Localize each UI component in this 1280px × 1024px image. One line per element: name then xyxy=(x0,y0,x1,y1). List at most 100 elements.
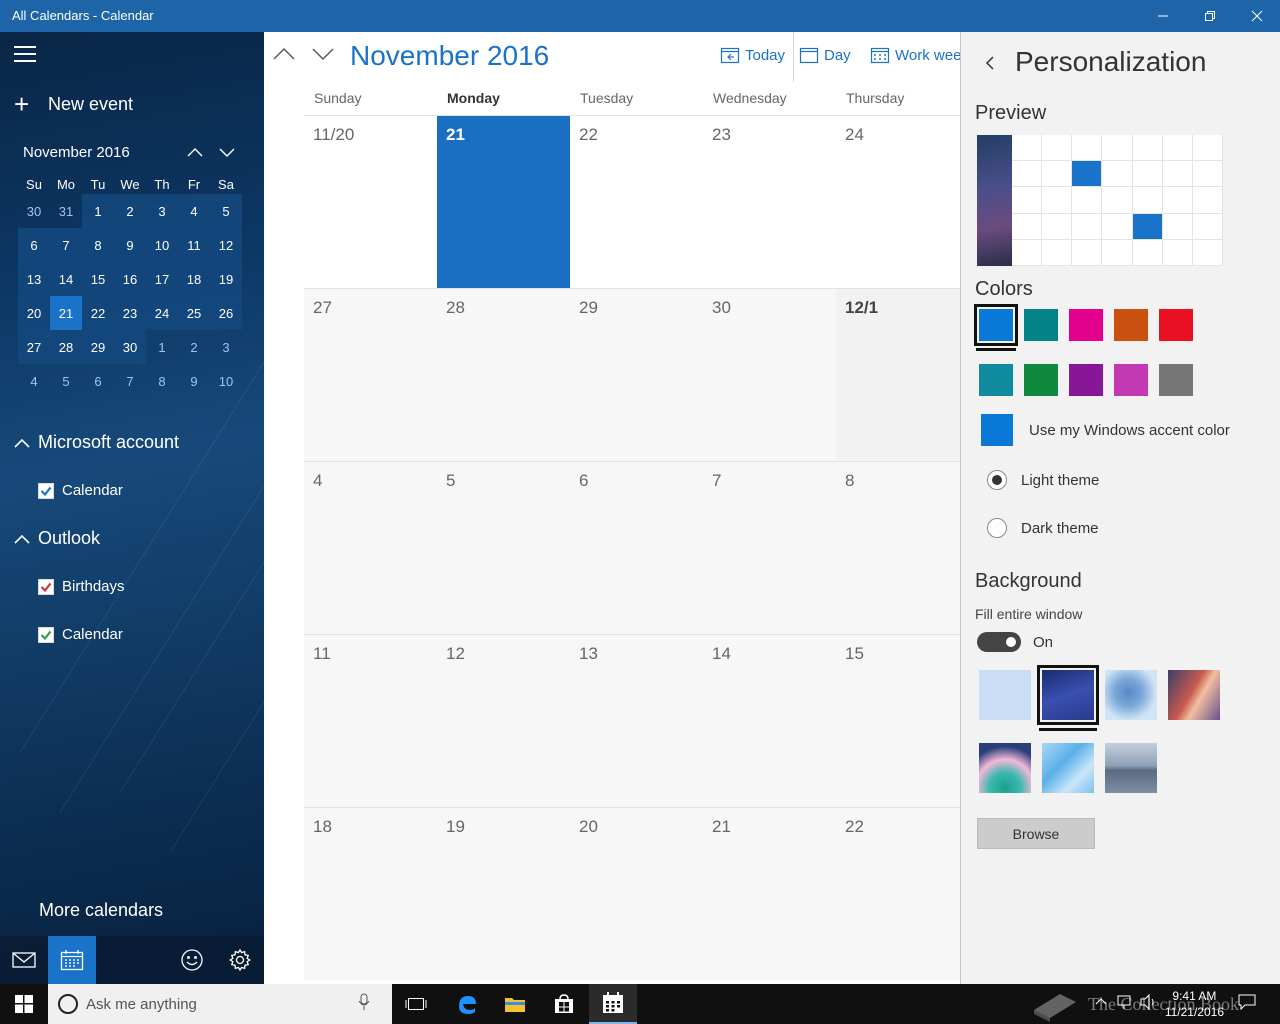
close-button[interactable] xyxy=(1234,0,1280,32)
mini-day[interactable]: 8 xyxy=(146,364,178,398)
day-cell[interactable]: 15 xyxy=(836,635,960,807)
restore-button[interactable] xyxy=(1187,0,1233,32)
mini-day[interactable]: 28 xyxy=(50,330,82,364)
day-cell[interactable]: 23 xyxy=(703,116,836,288)
day-cell[interactable]: 8 xyxy=(836,462,960,634)
mini-day[interactable]: 18 xyxy=(178,262,210,296)
calendar-taskbar-button[interactable] xyxy=(589,984,637,1024)
day-cell[interactable]: 7 xyxy=(703,462,836,634)
back-button[interactable] xyxy=(983,54,997,77)
mini-day[interactable]: 13 xyxy=(18,262,50,296)
checkbox-checked[interactable] xyxy=(38,482,54,499)
color-swatch[interactable] xyxy=(1024,309,1058,341)
mini-day[interactable]: 7 xyxy=(114,364,146,398)
work-week-view-button[interactable]: Work week xyxy=(870,46,960,64)
mini-day[interactable]: 27 xyxy=(18,330,50,364)
mini-day[interactable]: 16 xyxy=(114,262,146,296)
file-explorer-button[interactable] xyxy=(491,984,539,1024)
mini-day[interactable]: 30 xyxy=(114,330,146,364)
mini-day[interactable]: 19 xyxy=(210,262,242,296)
month-title[interactable]: November 2016 xyxy=(350,40,549,72)
mini-day[interactable]: 14 xyxy=(50,262,82,296)
background-thumb-geometric[interactable] xyxy=(1042,743,1094,793)
background-thumb-abstract[interactable] xyxy=(979,743,1031,793)
day-cell[interactable]: 11/20 xyxy=(304,116,437,288)
day-cell[interactable]: 20 xyxy=(570,808,703,980)
mini-day[interactable]: 17 xyxy=(146,262,178,296)
mini-day[interactable]: 9 xyxy=(114,228,146,262)
color-swatch[interactable] xyxy=(1114,364,1148,396)
mini-day[interactable]: 24 xyxy=(146,296,178,330)
toggle-switch[interactable] xyxy=(977,632,1021,652)
day-cell[interactable]: 5 xyxy=(437,462,570,634)
radio-unselected[interactable] xyxy=(987,518,1007,538)
mini-day[interactable]: 7 xyxy=(50,228,82,262)
mini-day[interactable]: 10 xyxy=(146,228,178,262)
mini-day[interactable]: 2 xyxy=(178,330,210,364)
color-swatch[interactable] xyxy=(1159,364,1193,396)
day-cell[interactable]: 12/1 xyxy=(836,289,960,461)
microphone-icon[interactable] xyxy=(358,993,382,1016)
day-cell[interactable]: 11 xyxy=(304,635,437,807)
store-button[interactable] xyxy=(540,984,588,1024)
mini-day[interactable]: 9 xyxy=(178,364,210,398)
day-cell[interactable]: 28 xyxy=(437,289,570,461)
day-cell[interactable]: 12 xyxy=(437,635,570,807)
new-event-button[interactable]: + New event xyxy=(14,91,133,117)
mini-day[interactable]: 2 xyxy=(114,194,146,228)
browse-button[interactable]: Browse xyxy=(977,818,1095,849)
color-swatch[interactable] xyxy=(1024,364,1058,396)
calendar-item-birthdays[interactable]: Birthdays xyxy=(38,578,125,595)
background-thumb-canyon[interactable] xyxy=(1168,670,1220,720)
minimize-button[interactable] xyxy=(1140,0,1186,32)
radio-selected[interactable] xyxy=(987,470,1007,490)
mail-button[interactable] xyxy=(0,936,48,984)
mini-day[interactable]: 20 xyxy=(18,296,50,330)
mini-day[interactable]: 12 xyxy=(210,228,242,262)
previous-button[interactable] xyxy=(272,44,296,66)
feedback-button[interactable] xyxy=(168,936,216,984)
color-swatch[interactable] xyxy=(1159,309,1193,341)
day-cell[interactable]: 24 xyxy=(836,116,960,288)
background-thumb-plain[interactable] xyxy=(979,670,1031,720)
color-swatch[interactable] xyxy=(1114,309,1148,341)
menu-button[interactable] xyxy=(14,46,36,62)
color-swatch[interactable] xyxy=(979,364,1013,396)
mini-day[interactable]: 5 xyxy=(50,364,82,398)
background-thumb-tree[interactable] xyxy=(1105,670,1157,720)
mini-day[interactable]: 3 xyxy=(210,330,242,364)
accent-color-swatch[interactable] xyxy=(981,414,1013,446)
mini-day[interactable]: 31 xyxy=(50,194,82,228)
color-swatch[interactable] xyxy=(974,304,1018,346)
mini-day[interactable]: 6 xyxy=(18,228,50,262)
mini-day[interactable]: 23 xyxy=(114,296,146,330)
mini-day[interactable]: 8 xyxy=(82,228,114,262)
color-swatch[interactable] xyxy=(1069,309,1103,341)
day-cell[interactable]: 6 xyxy=(570,462,703,634)
mini-day[interactable]: 21 xyxy=(50,296,82,330)
mini-day[interactable]: 3 xyxy=(146,194,178,228)
account-group-outlook[interactable]: Outlook xyxy=(14,528,100,549)
day-cell[interactable]: 14 xyxy=(703,635,836,807)
mini-day[interactable]: 4 xyxy=(18,364,50,398)
cortana-search-box[interactable]: Ask me anything xyxy=(48,984,392,1024)
day-cell[interactable]: 27 xyxy=(304,289,437,461)
calendar-item-outlook-calendar[interactable]: Calendar xyxy=(38,626,123,643)
day-cell[interactable]: 30 xyxy=(703,289,836,461)
day-cell[interactable]: 22 xyxy=(570,116,703,288)
next-button[interactable] xyxy=(311,44,335,66)
mini-day[interactable]: 25 xyxy=(178,296,210,330)
day-cell[interactable]: 22 xyxy=(836,808,960,980)
today-button[interactable]: Today xyxy=(720,46,785,64)
mini-day[interactable]: 30 xyxy=(18,194,50,228)
edge-button[interactable] xyxy=(443,984,491,1024)
fill-window-toggle[interactable]: On xyxy=(977,632,1053,652)
mini-day[interactable]: 10 xyxy=(210,364,242,398)
mini-day[interactable]: 1 xyxy=(146,330,178,364)
dark-theme-radio[interactable]: Dark theme xyxy=(987,518,1099,538)
day-cell[interactable]: 29 xyxy=(570,289,703,461)
use-accent-color-option[interactable]: Use my Windows accent color xyxy=(981,414,1230,446)
mini-day[interactable]: 22 xyxy=(82,296,114,330)
mini-day[interactable]: 1 xyxy=(82,194,114,228)
checkbox-checked[interactable] xyxy=(38,626,54,643)
